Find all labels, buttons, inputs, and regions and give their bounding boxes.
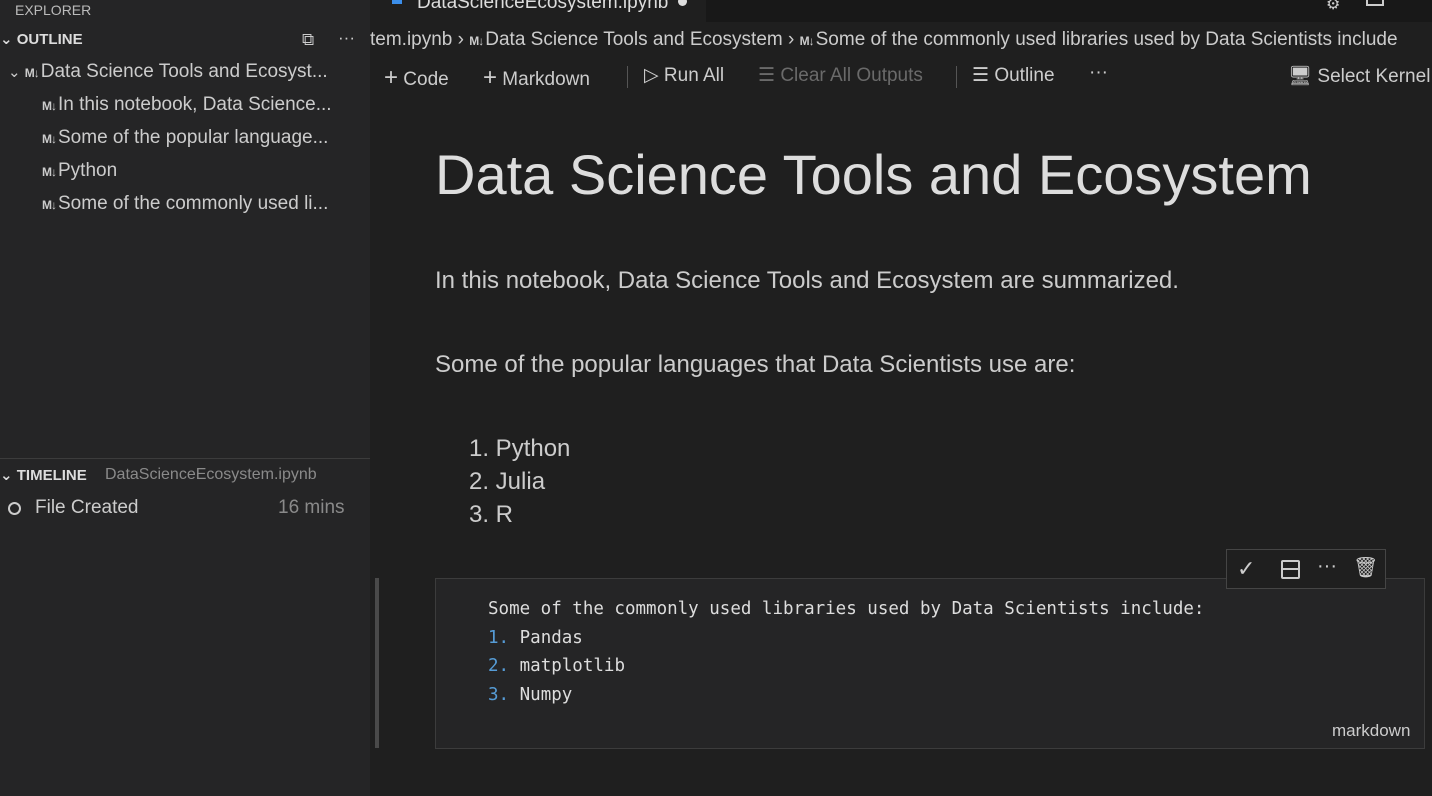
markdown-icon: M↓ [24, 66, 40, 80]
split-editor-icon[interactable] [1366, 0, 1384, 6]
run-all-button[interactable]: ▷ Run All [644, 64, 724, 87]
markdown-icon: M↓ [42, 165, 57, 179]
add-markdown-button[interactable]: + Markdown [483, 64, 590, 92]
sidebar: EXPLORER ⌄ OUTLINE ⧉ ··· ⌄ M↓ Data Scienc… [0, 0, 379, 796]
outline-item[interactable]: ⌄ M↓ Data Science Tools and Ecosyst... [8, 61, 328, 83]
timeline-header[interactable]: ⌄ TIMELINE [0, 466, 87, 484]
collapse-all-icon[interactable]: ⧉ [302, 30, 314, 50]
line-number: 3. [488, 685, 510, 705]
circle-icon [8, 502, 21, 515]
clear-all-outputs-button[interactable]: ☰ Clear All Outputs [758, 64, 923, 87]
chevron-down-icon: ⌄ [0, 31, 17, 48]
outline-item-label: Some of the commonly used li... [58, 193, 329, 214]
cell-language[interactable]: markdown [1332, 721, 1410, 741]
notebook-icon [392, 0, 402, 4]
tab-label: DataScienceEcosystem.ipynb [417, 0, 669, 13]
outline-item[interactable]: M↓ Python [42, 160, 117, 182]
clear-all-icon: ☰ [758, 65, 776, 86]
outline-button[interactable]: ☰ Outline [972, 64, 1055, 87]
code-line: 2. matplotlib [488, 656, 625, 676]
list-item: 2. Julia [469, 468, 546, 495]
outline-header[interactable]: ⌄ OUTLINE [0, 30, 83, 48]
plus-icon: + [384, 64, 399, 91]
breadcrumb: tem.ipynb › M↓ Data Science Tools and Eco… [370, 29, 1398, 51]
more-icon[interactable]: ··· [1089, 62, 1108, 84]
button-label: Select Kernel [1317, 66, 1431, 87]
line-text: Some of the commonly used libraries used… [488, 599, 1205, 619]
divider [0, 458, 370, 459]
outline-item-label: Python [58, 160, 118, 181]
button-label: Clear All Outputs [780, 65, 923, 86]
list-icon: ☰ [972, 65, 990, 86]
outline-item-label: Data Science Tools and Ecosyst... [40, 61, 328, 82]
add-code-button[interactable]: + Code [384, 64, 449, 92]
select-kernel-button[interactable]: 🖥 Select Kernel [1288, 64, 1430, 88]
button-label: Outline [994, 65, 1055, 86]
notebook-heading: Data Science Tools and Ecosystem [435, 143, 1312, 206]
line-text: matplotlib [519, 656, 625, 676]
languages-paragraph: Some of the popular languages that Data … [435, 351, 1076, 378]
line-text: Pandas [519, 628, 583, 648]
tab-bar: DataScienceEcosystem.ipynb ⚙ [370, 0, 1432, 22]
line-text: Numpy [519, 685, 573, 705]
outline-item[interactable]: M↓ Some of the popular language... [42, 127, 328, 149]
breadcrumb-item[interactable]: Some of the commonly used libraries used… [816, 29, 1398, 50]
timeline-time: 16 mins [278, 497, 345, 518]
code-line: Some of the commonly used libraries used… [488, 599, 1204, 619]
markdown-icon: M↓ [42, 132, 57, 146]
plus-icon: + [483, 64, 498, 91]
more-actions-icon[interactable]: ··· [338, 28, 355, 48]
split-cell-icon[interactable] [1281, 560, 1300, 579]
more-icon[interactable]: ··· [1317, 555, 1337, 578]
markdown-icon: M↓ [799, 34, 815, 48]
button-label: Code [403, 69, 449, 90]
timeline-file: DataScienceEcosystem.ipynb [105, 466, 317, 483]
chevron-right-icon: › [788, 29, 795, 50]
outline-title: OUTLINE [16, 31, 83, 48]
code-line: 1. Pandas [488, 628, 583, 648]
check-icon[interactable]: ✓ [1237, 556, 1255, 582]
outline-item[interactable]: M↓ In this notebook, Data Science... [42, 94, 332, 116]
outline-item[interactable]: M↓ Some of the commonly used li... [42, 193, 328, 215]
trash-icon[interactable]: 🗑 [1353, 555, 1378, 580]
timeline-title: TIMELINE [16, 467, 87, 484]
button-label: Markdown [502, 69, 590, 90]
run-all-icon: ▷ [644, 65, 659, 86]
markdown-icon: M↓ [42, 99, 57, 113]
breadcrumb-item[interactable]: tem.ipynb [370, 29, 452, 50]
line-number: 2. [488, 656, 510, 676]
code-line: 3. Numpy [488, 685, 572, 705]
kernel-icon: 🖥 [1288, 66, 1313, 87]
timeline-event[interactable]: File Created [35, 497, 139, 519]
explorer-title: EXPLORER [15, 2, 92, 18]
list-item: 3. R [469, 501, 514, 528]
chevron-right-icon: › [457, 29, 464, 50]
list-item: 1. Python [469, 435, 571, 462]
intro-paragraph: In this notebook, Data Science Tools and… [435, 267, 1179, 294]
settings-icon[interactable]: ⚙ [1326, 0, 1340, 14]
divider [627, 66, 628, 88]
chevron-down-icon: ⌄ [0, 467, 17, 484]
line-number: 1. [488, 628, 510, 648]
cell-toolbar: ✓ ··· 🗑 [1226, 549, 1386, 589]
markdown-icon: M↓ [42, 198, 57, 212]
chevron-down-icon: ⌄ [8, 64, 25, 81]
outline-item-label: Some of the popular language... [58, 127, 329, 148]
breadcrumb-item[interactable]: Data Science Tools and Ecosystem [485, 29, 782, 50]
button-label: Run All [663, 65, 725, 86]
markdown-icon: M↓ [469, 34, 484, 48]
unsaved-dot-icon[interactable] [678, 0, 687, 6]
outline-item-label: In this notebook, Data Science... [58, 94, 332, 115]
divider [956, 66, 957, 88]
scrollbar[interactable] [375, 578, 379, 748]
tab-notebook[interactable]: DataScienceEcosystem.ipynb [370, 0, 706, 22]
